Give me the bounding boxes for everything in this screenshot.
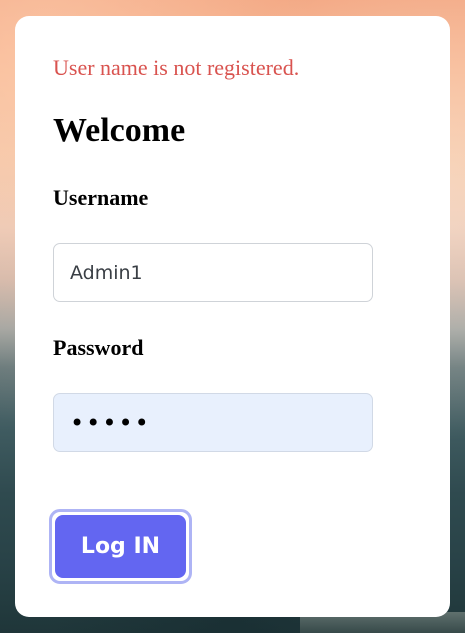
- password-input[interactable]: [53, 393, 373, 452]
- username-input[interactable]: [53, 243, 373, 302]
- login-card: User name is not registered. Welcome Use…: [15, 16, 450, 617]
- username-label: Username: [53, 185, 149, 210]
- login-button-focus-ring: Log IN: [49, 509, 192, 584]
- page-title: Welcome: [53, 112, 186, 149]
- login-button[interactable]: Log IN: [55, 515, 186, 578]
- password-label: Password: [53, 335, 144, 360]
- error-message: User name is not registered.: [53, 55, 300, 80]
